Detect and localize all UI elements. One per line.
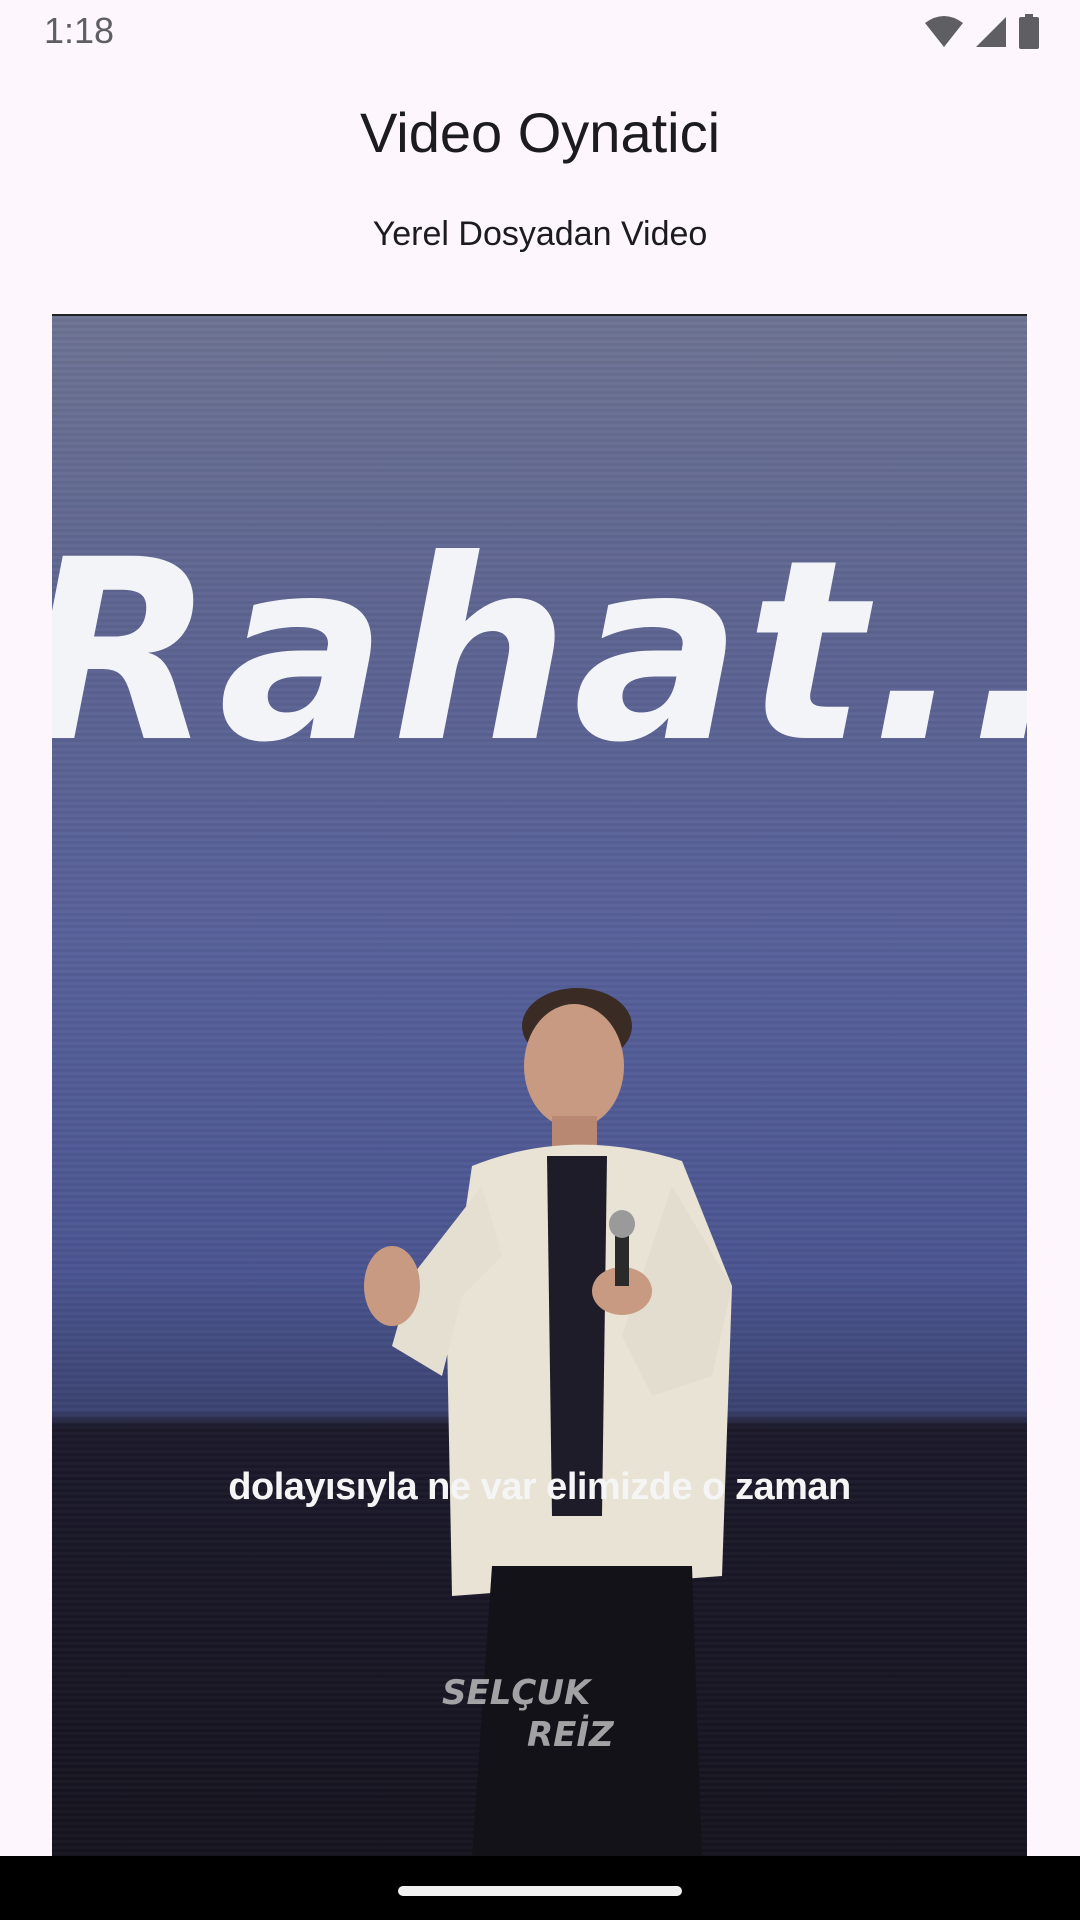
home-gesture-handle[interactable]	[398, 1886, 682, 1896]
page-title: Video Oynatici	[359, 101, 721, 164]
svg-text:REİZ: REİZ	[527, 1714, 615, 1755]
video-watermark: SELÇUK REİZ	[442, 1673, 615, 1755]
cellular-signal-icon	[976, 17, 1006, 47]
video-screen-text: Rahat...	[52, 506, 1027, 797]
page-subtitle: Yerel Dosyadan Video	[372, 215, 708, 253]
wifi-icon	[925, 16, 963, 47]
svg-text:SELÇUK: SELÇUK	[442, 1673, 593, 1713]
status-bar: 1:18	[0, 0, 1080, 60]
status-time: 1:18	[44, 10, 115, 51]
battery-icon	[1019, 14, 1039, 49]
status-icons	[924, 14, 1040, 50]
navigation-bar	[0, 1856, 1080, 1920]
video-subtitle-caption: dolayısıyla ne var elimizde o zaman	[228, 1466, 851, 1508]
video-player[interactable]: Rahat... dolayısıyla ne var elimizde o z…	[52, 314, 1027, 1858]
